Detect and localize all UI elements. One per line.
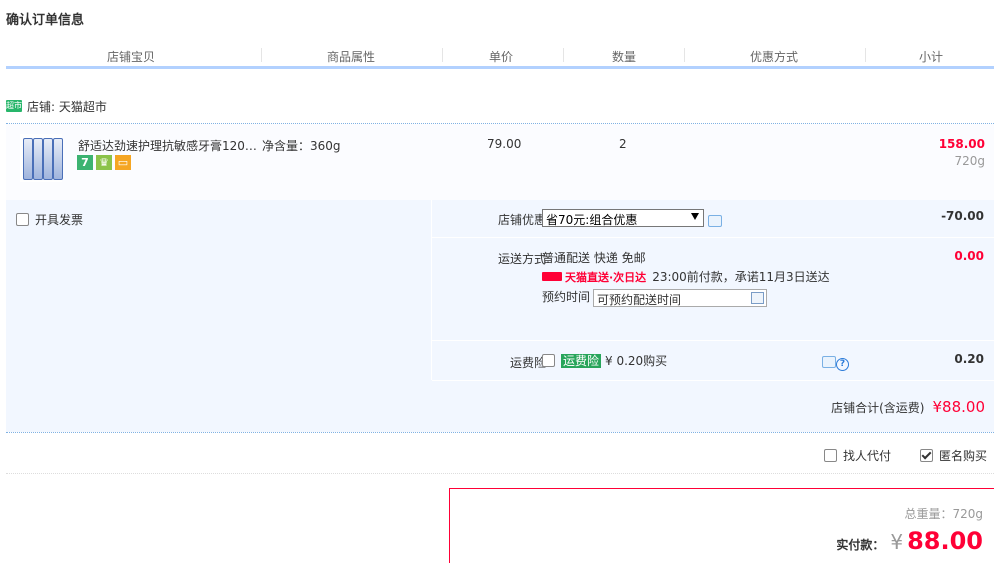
tmall-supermarket-logo: 超市	[6, 100, 22, 112]
col-separator	[442, 48, 443, 62]
quantity: 2	[619, 137, 627, 151]
order-item-row: 舒适达劲速护理抗敏感牙膏120… 7 ♛ ▭ 净含量：360g 79.00 2 15…	[6, 124, 994, 200]
discount-row: 店铺优惠: 省70元:组合优惠 -70.00	[432, 200, 994, 238]
insurance-amount: 0.20	[954, 352, 984, 366]
credit-card-icon[interactable]: ▭	[115, 155, 131, 170]
dropdown-arrow-icon	[691, 213, 699, 220]
proxy-pay-checkbox[interactable]	[824, 449, 837, 462]
reserve-time-input[interactable]: 可预约配送时间	[593, 288, 768, 307]
promise-text: 23:00前付款，承诺11月3日送达	[652, 270, 830, 284]
tmall-cat-icon	[542, 272, 562, 281]
insurance-checkbox[interactable]	[542, 354, 555, 367]
anonymous-label: 匿名购买	[939, 449, 988, 463]
col-separator	[865, 48, 866, 62]
shop-name[interactable]: 店铺: 天猫超市	[27, 98, 107, 115]
seven-day-return-icon[interactable]: 7	[77, 155, 93, 170]
discount-amount: -70.00	[941, 209, 984, 223]
total-weight: 总重量：720g	[904, 507, 983, 521]
pay-amount: 88.00	[907, 527, 983, 555]
column-header: 店铺宝贝 商品属性 单价 数量 优惠方式 小计	[6, 44, 994, 69]
col-quantity: 数量	[611, 50, 636, 64]
pay-label: 实付款：	[836, 538, 885, 552]
shop-total-value: ¥88.00	[932, 398, 986, 416]
item-subtotal: 158.00	[938, 137, 985, 151]
insurance-badge: 运费险	[561, 354, 602, 368]
reserve-placeholder: 可预约配送时间	[597, 292, 682, 307]
product-attribute: 净含量：360g	[262, 139, 341, 153]
col-discount: 优惠方式	[749, 50, 798, 64]
service-badges: 7 ♛ ▭	[77, 155, 134, 170]
tmall-direct-badge: 天猫直送·次日达	[542, 271, 646, 284]
discount-selected-value: 省70元:组合优惠	[546, 213, 638, 227]
help-icon[interactable]: ?	[836, 358, 849, 371]
chat-icon[interactable]	[708, 215, 722, 227]
actual-payment: 实付款： ¥88.00	[836, 527, 983, 555]
item-weight: 720g	[954, 154, 985, 168]
col-separator	[261, 48, 262, 62]
order-options-panel: 开具发票 店铺优惠: 省70元:组合优惠 -70.00 运送方式: 普通配送 快…	[6, 200, 994, 432]
invoice-option[interactable]: 开具发票	[16, 211, 83, 228]
shipping-row: 运送方式: 普通配送 快递 免邮 天猫直送·次日达 23:00前付款，承诺11月3…	[432, 238, 994, 341]
page-title: 确认订单信息	[6, 13, 85, 28]
insurance-price: ¥ 0.20购买	[605, 354, 668, 368]
reserve-label: 预约时间	[542, 290, 591, 304]
col-attributes: 商品属性	[326, 50, 375, 64]
shipping-method: 普通配送 快递 免邮	[542, 251, 646, 265]
col-unit-price: 单价	[488, 50, 513, 64]
col-shop-items: 店铺宝贝	[106, 50, 155, 64]
col-separator	[563, 48, 564, 62]
payment-summary: 总重量：720g 实付款： ¥88.00	[449, 488, 994, 563]
invoice-checkbox[interactable]	[16, 213, 29, 226]
shipping-amount: 0.00	[954, 249, 984, 263]
discount-select[interactable]: 省70元:组合优惠	[542, 209, 704, 227]
currency-symbol: ¥	[890, 530, 904, 554]
proxy-pay-option[interactable]: 找人代付	[824, 447, 891, 464]
col-separator	[684, 48, 685, 62]
shop-total-label: 店铺合计(含运费)	[831, 401, 925, 415]
shop-header: 超市 店铺: 天猫超市	[6, 97, 994, 124]
product-name[interactable]: 舒适达劲速护理抗敏感牙膏120…	[78, 137, 258, 154]
anonymous-option[interactable]: 匿名购买	[920, 447, 987, 464]
shop-total: 店铺合计(含运费) ¥88.00	[831, 398, 985, 416]
insurance-option[interactable]: 运费险 ¥ 0.20购买	[542, 352, 667, 369]
product-thumbnail[interactable]	[20, 134, 63, 182]
guarantee-icon[interactable]: ♛	[96, 155, 112, 170]
chat-icon[interactable]	[822, 356, 836, 368]
payment-options: 找人代付 匿名购买	[6, 432, 994, 474]
unit-price: 79.00	[487, 137, 522, 151]
delivery-promise: 天猫直送·次日达 23:00前付款，承诺11月3日送达	[542, 268, 830, 285]
calendar-icon[interactable]	[751, 291, 765, 304]
shop-options: 店铺优惠: 省70元:组合优惠 -70.00 运送方式: 普通配送 快递 免邮 …	[431, 200, 994, 381]
tmall-direct-text: 天猫直送·次日达	[565, 271, 647, 284]
invoice-label: 开具发票	[35, 213, 84, 227]
insurance-row: 运费险: 运费险 ¥ 0.20购买 ? 0.20	[432, 341, 994, 381]
insurance-help: ?	[822, 356, 849, 371]
anonymous-checkbox[interactable]	[920, 449, 933, 462]
proxy-pay-label: 找人代付	[843, 449, 892, 463]
col-subtotal: 小计	[918, 50, 943, 64]
reserve-time: 预约时间 可预约配送时间	[542, 288, 768, 307]
